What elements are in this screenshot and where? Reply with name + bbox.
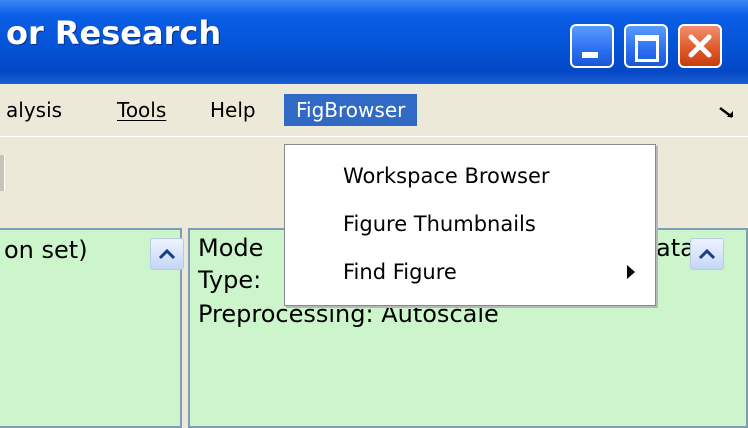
chevron-up-icon	[158, 248, 176, 260]
menu-tools-label: Tools	[117, 98, 167, 122]
menu-item-find-figure[interactable]: Find Figure	[285, 249, 655, 295]
menu-item-label: Workspace Browser	[343, 164, 550, 188]
menu-tools[interactable]: Tools	[117, 94, 166, 126]
menu-item-figure-thumbnails[interactable]: Figure Thumbnails	[285, 201, 655, 247]
info-line-fragment: ata	[656, 234, 695, 262]
maximize-button[interactable]	[624, 24, 668, 68]
menu-item-label: Figure Thumbnails	[343, 212, 536, 236]
right-scroll-up-button[interactable]	[690, 238, 724, 270]
close-button[interactable]	[678, 24, 722, 68]
submenu-arrow-icon	[627, 265, 635, 279]
info-line-type: Type:	[198, 266, 262, 294]
menu-overflow-icon[interactable]	[718, 106, 736, 120]
menu-item-workspace-browser[interactable]: Workspace Browser	[285, 153, 655, 199]
menu-analysis[interactable]: alysis	[6, 94, 62, 126]
close-icon	[688, 34, 712, 58]
menu-bar: alysis Tools Help FigBrowser	[0, 84, 748, 136]
left-pane-text: on set)	[4, 236, 88, 264]
minimize-icon	[582, 52, 598, 58]
info-line-model: Mode	[198, 234, 264, 262]
title-bar[interactable]: or Research	[0, 0, 748, 84]
chevron-up-icon	[698, 248, 716, 260]
menu-help[interactable]: Help	[210, 94, 256, 126]
menu-figbrowser[interactable]: FigBrowser	[284, 94, 418, 126]
minimize-button[interactable]	[570, 24, 614, 68]
maximize-icon	[635, 35, 659, 62]
figbrowser-dropdown: Workspace Browser Figure Thumbnails Find…	[284, 144, 656, 306]
window-title: or Research	[6, 14, 222, 52]
left-scroll-up-button[interactable]	[150, 238, 184, 270]
toolbar-grip[interactable]	[0, 155, 5, 191]
menu-item-label: Find Figure	[343, 260, 457, 284]
